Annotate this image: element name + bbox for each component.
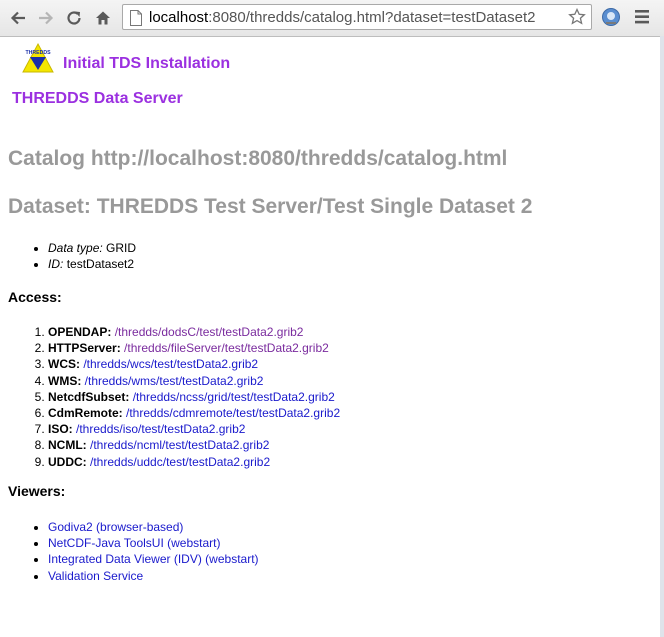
property-label: ID: (48, 257, 64, 271)
service-name: WMS: (48, 373, 82, 388)
catalog-heading: Catalog http://localhost:8080/thredds/ca… (8, 147, 508, 170)
window-edge (660, 36, 664, 637)
url-path: :8080/thredds/catalog.html?dataset=testD… (208, 9, 536, 26)
viewer-item: Validation Service (48, 568, 259, 584)
access-link-opendap[interactable]: /thredds/dodsC/test/testData2.grib2 (115, 325, 304, 339)
access-link-ncml[interactable]: /thredds/ncml/test/testData2.grib2 (90, 438, 269, 452)
server-title-link[interactable]: THREDDS Data Server (12, 90, 183, 108)
access-heading: Access: (8, 289, 62, 305)
star-icon[interactable] (568, 8, 586, 26)
property-label: Data type: (48, 241, 103, 255)
service-name: OPENDAP: (48, 325, 112, 339)
extension-icon[interactable] (601, 7, 621, 27)
viewer-item: Godiva2 (browser-based) (48, 519, 259, 535)
home-button[interactable] (91, 6, 115, 30)
access-item-wcs: WCS: /thredds/wcs/test/testData2.grib2 (48, 356, 340, 372)
service-name: ISO: (48, 422, 73, 437)
property-id: ID: testDataset2 (48, 256, 136, 272)
viewer-link-idv[interactable]: Integrated Data Viewer (IDV) (webstart) (48, 552, 259, 566)
forward-icon (39, 11, 54, 25)
access-link-uddc[interactable]: /thredds/uddc/test/testData2.grib2 (90, 455, 270, 469)
property-value: GRID (106, 241, 137, 255)
browser-toolbar: localhost:8080/thredds/catalog.html?data… (0, 0, 664, 37)
url-text[interactable]: localhost:8080/thredds/catalog.html?data… (149, 9, 536, 26)
menu-icon[interactable] (634, 9, 650, 25)
access-item-ncml: NCML: /thredds/ncml/test/testData2.grib2 (48, 437, 340, 453)
home-icon (96, 11, 110, 25)
reload-button[interactable] (62, 6, 86, 30)
viewer-link-validation[interactable]: Validation Service (48, 569, 143, 583)
viewer-item: NetCDF-Java ToolsUI (webstart) (48, 535, 259, 551)
back-icon (10, 11, 25, 25)
page-icon (130, 10, 142, 26)
access-item-uddc: UDDC: /thredds/uddc/test/testData2.grib2 (48, 454, 340, 470)
back-button[interactable] (6, 6, 30, 30)
url-host: localhost (149, 9, 209, 26)
viewers-heading: Viewers: (8, 483, 66, 499)
access-link-iso[interactable]: /thredds/iso/test/testData2.grib2 (76, 422, 245, 436)
access-link-httpserver[interactable]: /thredds/fileServer/test/testData2.grib2 (124, 341, 329, 355)
access-item-httpserver: HTTPServer: /thredds/fileServer/test/tes… (48, 340, 340, 356)
property-data-type: Data type: GRID (48, 240, 136, 256)
access-link-cdmremote[interactable]: /thredds/cdmremote/test/testData2.grib2 (126, 406, 340, 420)
logo-text: THREDDS (25, 50, 51, 56)
viewer-link-godiva2[interactable]: Godiva2 (browser-based) (48, 520, 183, 534)
forward-button[interactable] (34, 6, 58, 30)
viewer-item: Integrated Data Viewer (IDV) (webstart) (48, 551, 259, 567)
dataset-heading: Dataset: THREDDS Test Server/Test Single… (8, 195, 533, 218)
service-name: NetcdfSubset: (48, 389, 130, 404)
access-item-iso: ISO: /thredds/iso/test/testData2.grib2 (48, 421, 340, 437)
access-link-wcs[interactable]: /thredds/wcs/test/testData2.grib2 (83, 357, 258, 371)
access-link-wms[interactable]: /thredds/wms/test/testData2.grib2 (85, 374, 264, 388)
service-name: CdmRemote: (48, 406, 123, 421)
install-title-link[interactable]: Initial TDS Installation (63, 55, 230, 73)
address-bar[interactable]: localhost:8080/thredds/catalog.html?data… (122, 4, 592, 30)
reload-icon (67, 11, 81, 25)
dataset-properties: Data type: GRID ID: testDataset2 (48, 240, 136, 272)
service-name: UDDC: (48, 454, 87, 469)
service-name: HTTPServer: (48, 341, 121, 356)
access-item-netcdfsubset: NetcdfSubset: /thredds/ncss/grid/test/te… (48, 389, 340, 405)
access-item-wms: WMS: /thredds/wms/test/testData2.grib2 (48, 373, 340, 389)
access-item-cdmremote: CdmRemote: /thredds/cdmremote/test/testD… (48, 405, 340, 421)
viewer-link-toolsui[interactable]: NetCDF-Java ToolsUI (webstart) (48, 536, 221, 550)
service-name: WCS: (48, 357, 80, 372)
access-link-netcdfsubset[interactable]: /thredds/ncss/grid/test/testData2.grib2 (133, 390, 335, 404)
viewers-list: Godiva2 (browser-based) NetCDF-Java Tool… (48, 519, 259, 584)
access-item-opendap: OPENDAP: /thredds/dodsC/test/testData2.g… (48, 324, 340, 340)
access-list: OPENDAP: /thredds/dodsC/test/testData2.g… (48, 324, 340, 470)
service-name: NCML: (48, 438, 87, 453)
thredds-logo: THREDDS (22, 42, 54, 73)
property-value: testDataset2 (66, 257, 135, 271)
